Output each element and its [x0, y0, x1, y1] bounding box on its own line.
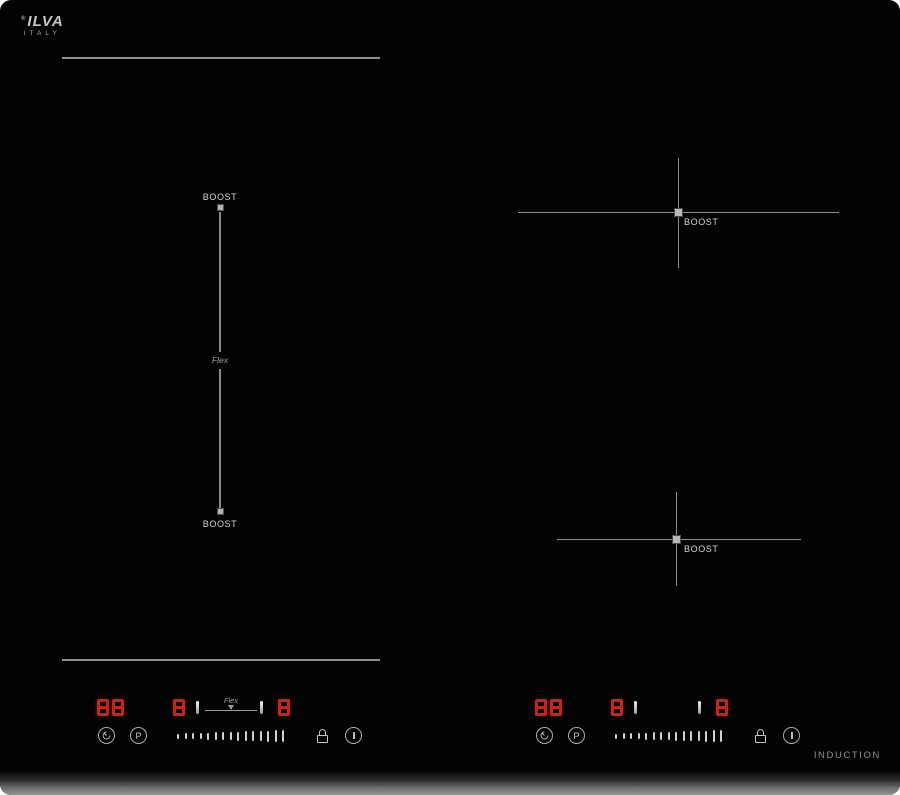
zone-b-display — [716, 699, 728, 716]
boost-p-button[interactable]: P — [130, 727, 147, 744]
right-control-panel: P — [523, 692, 823, 754]
timer-display — [97, 699, 124, 716]
flex-zone-boost-top-marker — [217, 204, 224, 211]
product-image: ®ILVA ITALY BOOST Flex BOOST BOOST BOOST… — [0, 0, 900, 795]
left-control-panel: Flex P — [85, 692, 385, 754]
zone-b-display — [278, 699, 290, 716]
registered-mark-icon: ® — [21, 16, 27, 22]
brand-country: ITALY — [23, 30, 61, 37]
lock-button[interactable] — [754, 729, 766, 743]
power-button[interactable] — [783, 727, 800, 744]
brand-logo: ®ILVA ITALY — [21, 12, 64, 37]
zone-b-indicator-bar — [260, 701, 263, 714]
lock-button[interactable] — [316, 729, 328, 743]
zone-bottom-right-boost-label: BOOST — [684, 544, 719, 554]
induction-type-label: INDUCTION — [813, 750, 881, 761]
timer-icon — [540, 731, 549, 740]
power-slider[interactable] — [177, 729, 284, 743]
timer-icon — [102, 731, 111, 740]
timer-button[interactable] — [98, 727, 115, 744]
timer-display — [535, 699, 562, 716]
zone-a-display — [611, 699, 623, 716]
zone-top-right-center-marker — [674, 208, 683, 217]
flex-zone-vertical-line-lower — [219, 369, 221, 508]
flex-zone-label: Flex — [211, 355, 229, 365]
zone-a-display — [173, 699, 185, 716]
power-slider[interactable] — [615, 729, 722, 743]
induction-cooktop: ®ILVA ITALY BOOST Flex BOOST BOOST BOOST… — [0, 0, 900, 795]
zone-a-indicator-bar — [634, 701, 637, 714]
flex-zone-vertical-line-upper — [219, 212, 221, 352]
glass-bottom-bevel — [0, 770, 900, 795]
flex-zone-top-line — [62, 57, 380, 59]
flex-zone-boost-bottom-marker — [217, 508, 224, 515]
flex-link-label: Flex — [223, 696, 239, 705]
flex-zone-bottom-line — [62, 659, 380, 661]
power-icon — [352, 732, 355, 739]
power-icon — [790, 732, 793, 739]
timer-button[interactable] — [536, 727, 553, 744]
zone-a-indicator-bar — [196, 701, 199, 714]
boost-p-button[interactable]: P — [568, 727, 585, 744]
flex-link-line — [205, 710, 257, 711]
flex-zone-boost-top-label: BOOST — [202, 192, 238, 202]
brand-name: ®ILVA — [21, 13, 64, 30]
power-button[interactable] — [345, 727, 362, 744]
zone-bottom-right-center-marker — [672, 535, 681, 544]
zone-top-right-boost-label: BOOST — [684, 217, 719, 227]
zone-b-indicator-bar — [698, 701, 701, 714]
flex-zone-boost-bottom-label: BOOST — [202, 519, 238, 529]
